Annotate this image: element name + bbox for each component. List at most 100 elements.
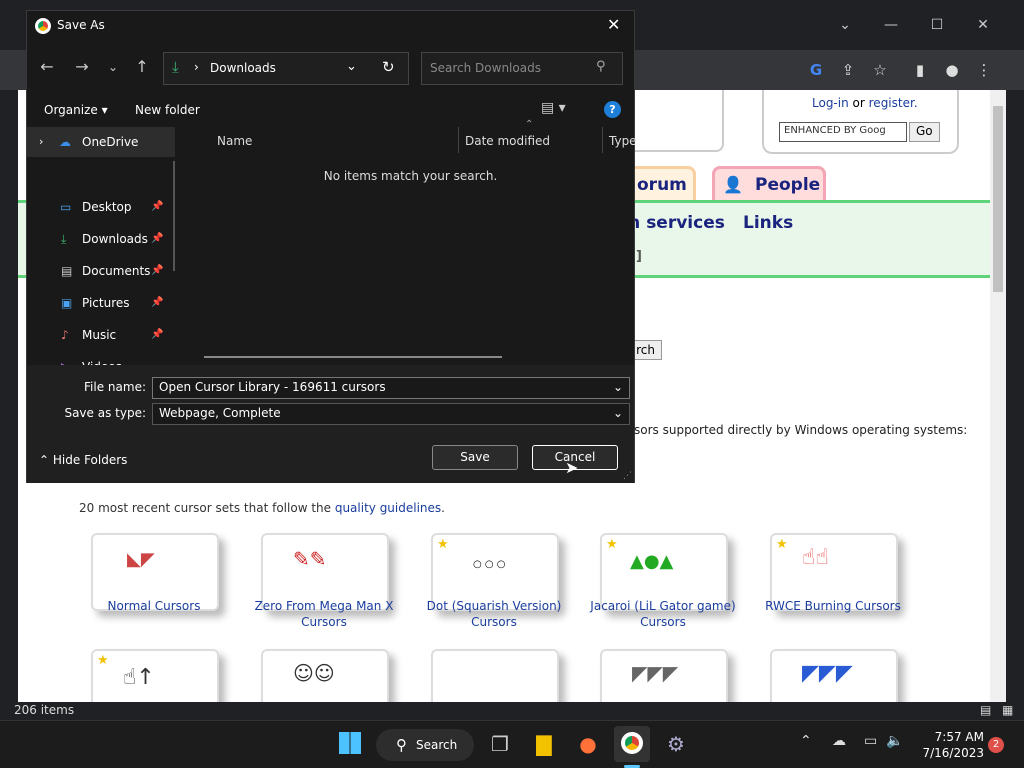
help-icon[interactable]: ? — [604, 101, 621, 118]
new-folder-button[interactable]: New folder — [135, 103, 200, 117]
nav-scrollbar[interactable] — [173, 161, 175, 271]
card-row2-3[interactable] — [431, 649, 559, 702]
card-label[interactable]: Jacaroi (LiL Gator game) Cursors — [583, 598, 743, 630]
nav-item-desktop[interactable]: ▭ Desktop 📌 — [27, 192, 175, 222]
card-row2-5[interactable]: ◤◤◤ — [770, 649, 898, 702]
chevron-right-icon: › — [194, 60, 199, 74]
login-box: Log-in or register. ENHANCED BY Goog Go — [762, 90, 959, 154]
bookmark-star-icon[interactable]: ☆ — [867, 57, 893, 83]
cursor-preview-icon: ○ ○ ○ — [473, 559, 506, 570]
save-button[interactable]: Save — [432, 445, 518, 470]
nav-item-music[interactable]: ♪ Music 📌 — [27, 320, 175, 350]
search-input[interactable]: Search Downloads ⚲ — [421, 52, 623, 85]
search-icon: ⚲ — [396, 736, 407, 754]
address-bar[interactable]: ⤓ › Downloads ⌄ ↻ — [163, 52, 409, 85]
column-divider[interactable] — [602, 127, 603, 153]
view-options-icon[interactable]: ▤ ▾ — [541, 100, 566, 116]
file-explorer-icon[interactable]: ▇ — [526, 726, 562, 762]
star-icon: ★ — [97, 653, 109, 668]
organize-button[interactable]: Organize ▾ — [44, 103, 108, 117]
show-hidden-icons-chevron[interactable]: ⌃ — [800, 733, 812, 749]
nav-item-pictures[interactable]: ▣ Pictures 📌 — [27, 288, 175, 318]
chevron-down-icon[interactable]: ⌄ — [613, 380, 623, 394]
onedrive-icon[interactable]: ☁ — [832, 733, 846, 749]
horizontal-scrollbar[interactable] — [204, 356, 502, 358]
search-placeholder: Search Downloads — [430, 61, 541, 75]
hand-cursor-icon: ☝↑ — [123, 665, 155, 690]
expand-chevron-icon[interactable]: › — [39, 127, 43, 157]
refresh-icon[interactable]: ↻ — [382, 58, 395, 76]
register-link[interactable]: register. — [869, 96, 918, 110]
taskbar-search[interactable]: ⚲ Search — [376, 729, 474, 761]
menu-icon[interactable]: ⋮ — [971, 57, 997, 83]
login-link[interactable]: Log-in — [812, 96, 849, 110]
chrome-taskbar-icon[interactable] — [614, 726, 650, 762]
chevron-down-icon[interactable]: ⌄ — [346, 59, 357, 74]
tab-search-icon[interactable]: ⌄ — [822, 0, 868, 50]
nav-item-label: Videos — [82, 352, 122, 365]
network-icon[interactable]: ▭ — [864, 733, 877, 749]
card-row2-1[interactable]: ★ ☝↑ — [91, 649, 219, 702]
tab-people[interactable]: 👤 People — [712, 166, 826, 202]
resize-grip-icon[interactable]: ⋰ — [623, 471, 632, 481]
card-row2-4[interactable]: ◤◤◤ — [600, 649, 728, 702]
nav-item-onedrive[interactable]: › ☁ OneDrive — [27, 127, 175, 157]
nav-links-link[interactable]: Links — [743, 213, 793, 233]
profile-icon[interactable]: ● — [939, 57, 965, 83]
video-icon: ▶ — [61, 352, 70, 365]
hide-folders-button[interactable]: ⌃ Hide Folders — [39, 453, 127, 467]
share-icon[interactable]: ⇪ — [835, 57, 861, 83]
cursor-preview-icon: ◣◤ — [127, 549, 155, 570]
column-date-modified[interactable]: Date modified — [465, 134, 550, 148]
side-panel-icon[interactable]: ▮ — [907, 57, 933, 83]
go-button[interactable]: Go — [909, 122, 940, 142]
nav-item-label: Music — [82, 328, 117, 342]
up-arrow-icon[interactable]: ↑ — [127, 52, 157, 82]
save-as-type-select[interactable]: Webpage, Complete ⌄ — [152, 403, 630, 425]
scrollbar-thumb[interactable] — [993, 106, 1003, 292]
items-count: 206 items — [14, 703, 75, 717]
minimize-button[interactable]: — — [868, 0, 914, 50]
task-view-icon[interactable]: ❐ — [482, 726, 518, 762]
maximize-button[interactable]: ☐ — [914, 0, 960, 50]
clock[interactable]: 7:57 AM 7/16/2023 — [912, 729, 984, 761]
nav-item-documents[interactable]: ▤ Documents 📌 — [27, 256, 175, 286]
google-search-input[interactable]: ENHANCED BY Goog — [779, 122, 907, 142]
card-label[interactable]: Normal Cursors — [74, 598, 234, 614]
card-label[interactable]: Dot (Squarish Version) Cursors — [414, 598, 574, 630]
column-name[interactable]: Name — [217, 134, 252, 148]
close-window-button[interactable]: ✕ — [960, 0, 1006, 50]
clock-date: 7/16/2023 — [922, 746, 984, 760]
firefox-icon[interactable]: ● — [570, 726, 606, 762]
quality-guidelines-link[interactable]: quality guidelines — [335, 501, 441, 515]
card-label[interactable]: Zero From Mega Man X Cursors — [244, 598, 404, 630]
column-divider[interactable] — [458, 127, 459, 153]
column-type[interactable]: Type — [609, 134, 637, 148]
pin-icon: 📌 — [151, 329, 164, 340]
chevron-down-icon[interactable]: ⌄ — [613, 406, 623, 420]
card-label[interactable]: RWCE Burning Cursors — [753, 598, 913, 614]
clock-time: 7:57 AM — [934, 730, 984, 744]
mouse-cursor-icon: ➤ — [565, 458, 579, 477]
close-icon[interactable]: ✕ — [607, 15, 620, 34]
volume-icon[interactable]: 🔈 — [886, 733, 903, 749]
forward-arrow-icon[interactable]: → — [67, 52, 97, 82]
recent-locations-icon[interactable]: ⌄ — [98, 52, 128, 82]
notification-badge[interactable]: 2 — [988, 737, 1004, 753]
file-name-input[interactable]: Open Cursor Library - 169611 cursors ⌄ — [152, 377, 630, 399]
nav-item-videos[interactable]: ▶ Videos — [27, 352, 175, 365]
back-arrow-icon[interactable]: ← — [32, 52, 62, 82]
settings-gear-icon[interactable]: ⚙ — [658, 726, 694, 762]
sort-chevron-icon: ⌃ — [525, 119, 534, 130]
pin-icon: 📌 — [151, 233, 164, 244]
google-icon[interactable]: G — [803, 57, 829, 83]
details-view-icon[interactable]: ▤ — [980, 703, 991, 717]
nav-item-downloads[interactable]: ⤓ Downloads 📌 — [27, 224, 175, 254]
pin-icon: 📌 — [151, 201, 164, 212]
cloud-icon: ☁ — [59, 135, 71, 149]
hide-folders-label: Hide Folders — [52, 453, 128, 467]
card-row2-2[interactable]: ☺☺ — [261, 649, 389, 702]
start-button[interactable] — [332, 726, 368, 762]
cursor-preview-icon: ◤◤◤ — [632, 661, 679, 685]
tiles-view-icon[interactable]: ▦ — [1002, 703, 1013, 717]
